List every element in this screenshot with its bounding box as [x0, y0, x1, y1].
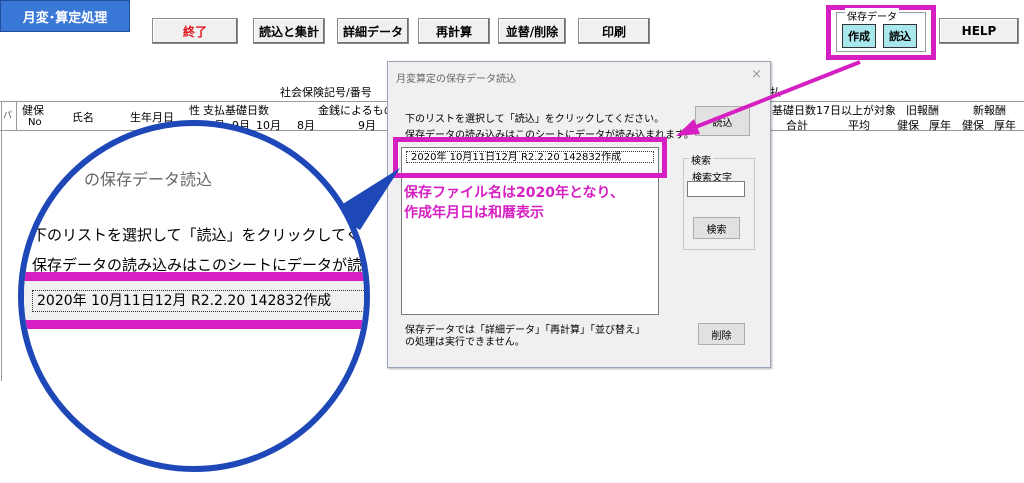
- zoom-title: の保存データ読込: [84, 170, 213, 189]
- arrow-head-icon: [676, 119, 700, 136]
- zoom-magnifier: の保存データ読込 下のリストを選択して「読込」をクリックしてください。 保存デー…: [18, 120, 370, 472]
- zoom-highlight-bottom: [24, 320, 364, 329]
- zoom-instruction-1: 下のリストを選択して「読込」をクリックしてください。: [32, 226, 364, 244]
- zoom-highlight-top: [24, 272, 364, 281]
- arrow-line: [687, 60, 861, 132]
- zoom-list-item: 2020年 10月11日12月 R2.2.20 142832作成: [32, 290, 364, 312]
